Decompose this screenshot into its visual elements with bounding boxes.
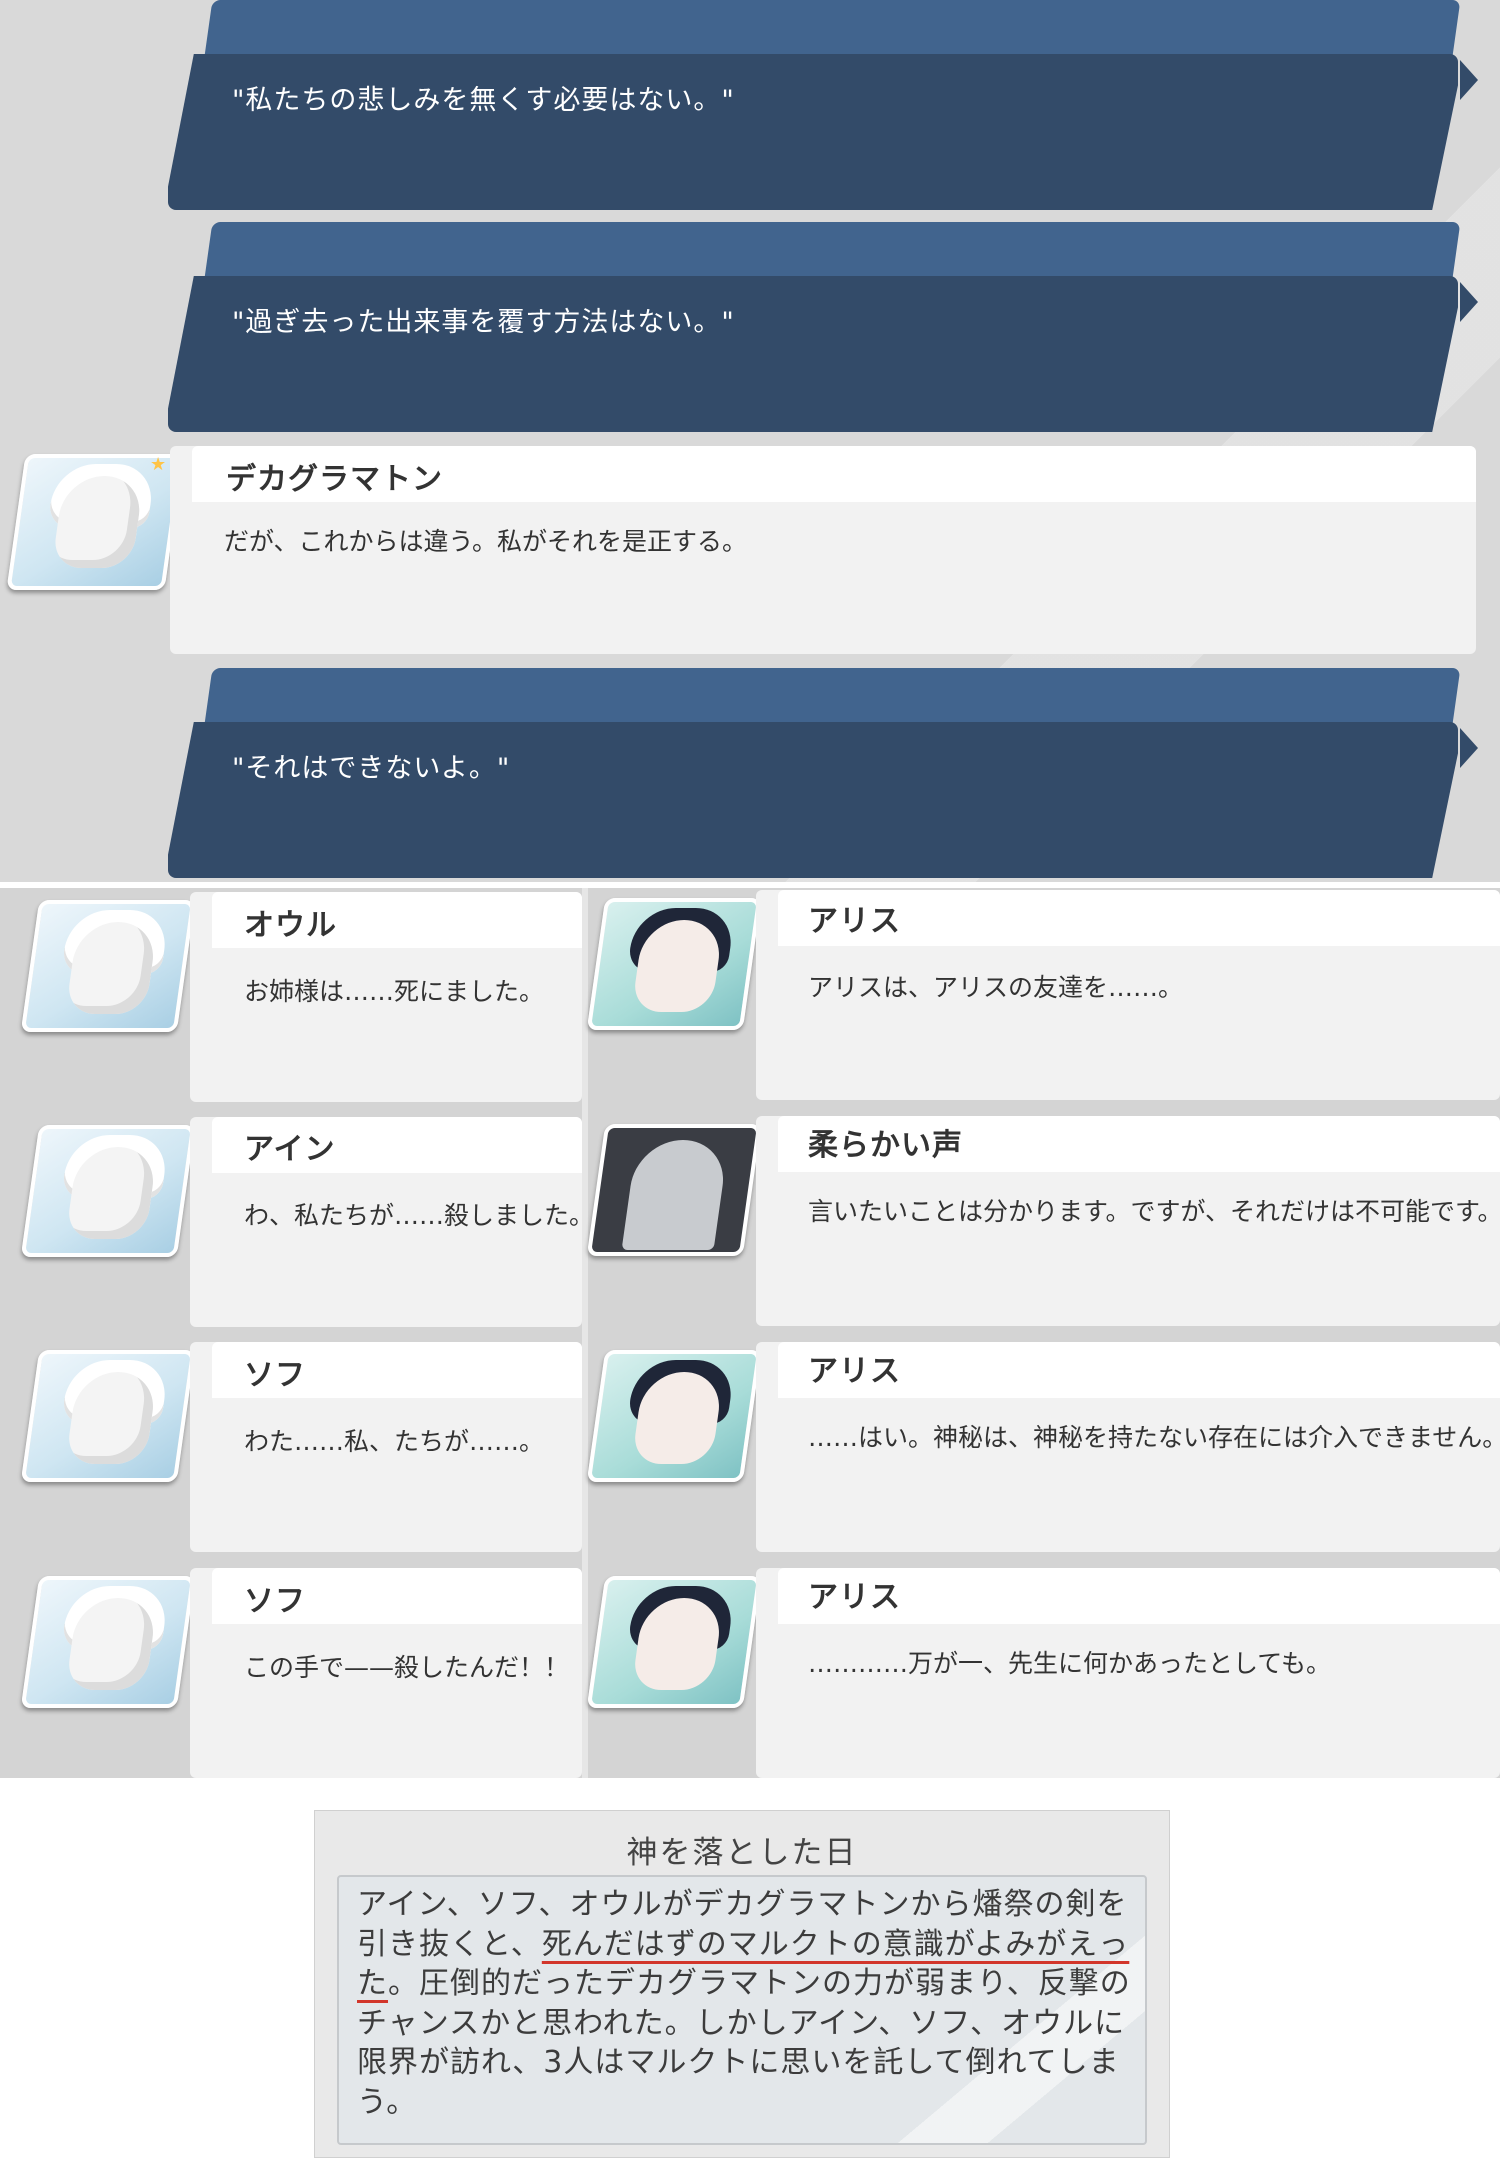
dialogue-line: わた……私、たちが……。 xyxy=(244,1427,545,1456)
narration-box-1[interactable]: "私たちの悲しみを無くす必要はない。" xyxy=(168,0,1488,210)
narration-header xyxy=(204,0,1461,60)
speaker-name: アリス xyxy=(808,1354,901,1389)
dialogue-line: この手で——殺したんだ！！ xyxy=(244,1653,570,1682)
narration-box-3[interactable]: "それはできないよ。" xyxy=(168,668,1488,878)
episode-description-box: アイン、ソフ、オウルがデカグラマトンから燔祭の剣を引き抜くと、死んだはずのマルク… xyxy=(337,1875,1147,2145)
speaker-name: オウル xyxy=(244,908,337,943)
narration-arrow-icon xyxy=(1460,282,1478,322)
episode-title: 神を落とした日 xyxy=(626,1835,858,1871)
character-portrait xyxy=(586,1576,762,1708)
narration-header xyxy=(204,222,1461,282)
character-portrait xyxy=(20,900,196,1032)
dialogue-line: ……はい。神秘は、神秘を持たない存在には介入できません。 xyxy=(808,1423,1498,1452)
dialogue-decagrammaton[interactable]: ★ デカグラマトン だが、これからは違う。私がそれを是正する。 xyxy=(0,446,1500,656)
narration-arrow-icon xyxy=(1460,60,1478,100)
character-portrait xyxy=(20,1576,196,1708)
character-portrait xyxy=(20,1125,196,1257)
dialogue-line: アリスは、アリスの友達を……。 xyxy=(808,973,1184,1002)
episode-summary-panel: 神を落とした日 アイン、ソフ、オウルがデカグラマトンから燔祭の剣を引き抜くと、死… xyxy=(314,1810,1170,2158)
speaker-name: ソフ xyxy=(244,1358,306,1393)
speaker-name: 柔らかい声 xyxy=(808,1128,963,1163)
narration-text: "過ぎ去った出来事を覆す方法はない。" xyxy=(232,307,735,338)
narration-arrow-icon xyxy=(1460,728,1478,768)
speaker-name: アリス xyxy=(808,904,901,939)
speaker-name: アリス xyxy=(808,1580,901,1615)
episode-description: アイン、ソフ、オウルがデカグラマトンから燔祭の剣を引き抜くと、死んだはずのマルク… xyxy=(357,1885,1137,2122)
narration-text: "それはできないよ。" xyxy=(232,753,511,784)
character-portrait xyxy=(586,1350,762,1482)
description-text: 。圧倒的だったデカグラマトンの力が弱まり、反撃のチャンスかと思われた。しかしアイ… xyxy=(357,1966,1131,2120)
narration-text: "私たちの悲しみを無くす必要はない。" xyxy=(232,85,735,116)
dialogue-grid: オウル お姉様は……死にました。 アイン わ、私たちが……殺しました。 ソフ わ… xyxy=(0,888,1500,1778)
speaker-name: アイン xyxy=(244,1132,336,1167)
dialogue-line: だが、これからは違う。私がそれを是正する。 xyxy=(224,527,748,556)
dialogue-line: 言いたいことは分かります。ですが、それだけは不可能です。 xyxy=(808,1197,1498,1226)
dialogue-line: わ、私たちが……殺しました。 xyxy=(244,1201,595,1230)
speaker-name: デカグラマトン xyxy=(226,462,443,497)
silhouette-portrait xyxy=(586,1124,762,1256)
narration-header xyxy=(204,668,1461,728)
speaker-name: ソフ xyxy=(244,1584,306,1619)
narration-box-2[interactable]: "過ぎ去った出来事を覆す方法はない。" xyxy=(168,222,1488,432)
story-log-top: "私たちの悲しみを無くす必要はない。" "過ぎ去った出来事を覆す方法はない。" … xyxy=(0,0,1500,882)
star-icon: ★ xyxy=(150,454,167,475)
dialogue-line: …………万が一、先生に何かあったとしても。 xyxy=(808,1649,1332,1678)
character-portrait xyxy=(20,1350,196,1482)
dialogue-line: お姉様は……死にました。 xyxy=(244,977,545,1006)
character-portrait xyxy=(586,898,762,1030)
